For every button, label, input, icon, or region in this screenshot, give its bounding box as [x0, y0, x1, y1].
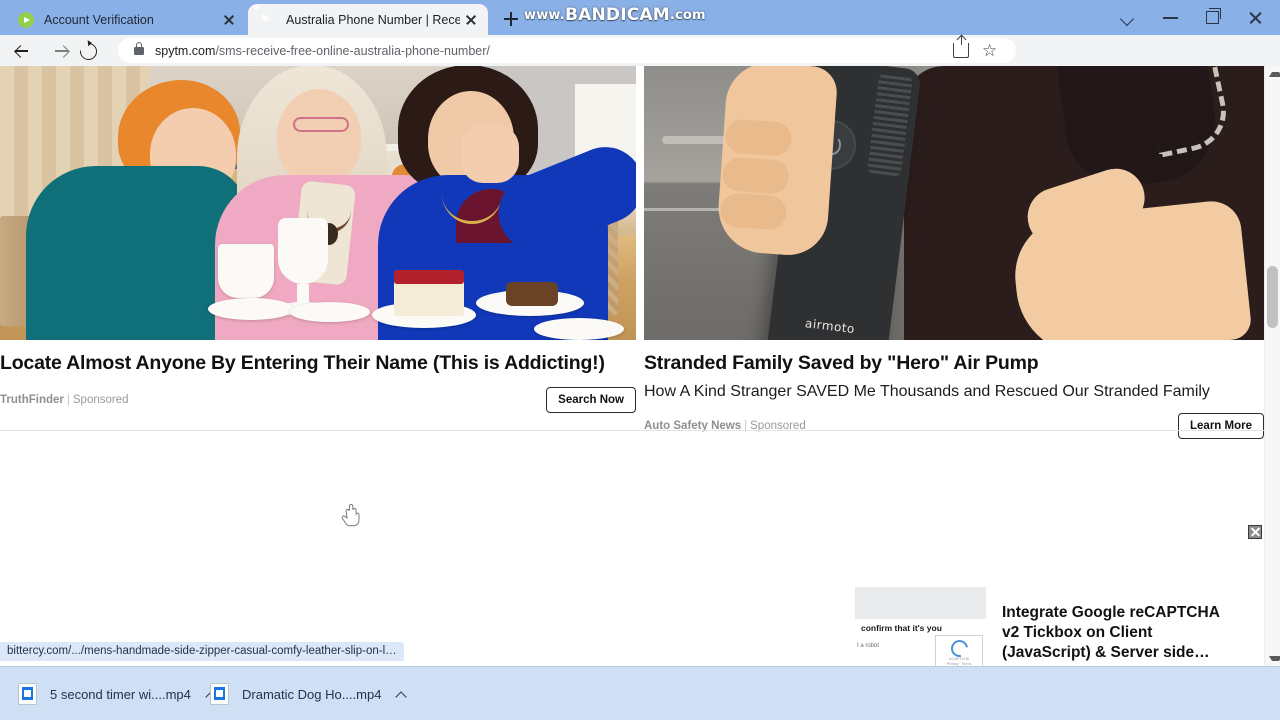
address-bar[interactable]: spytm.com/sms-receive-free-online-austra…: [118, 35, 1016, 63]
ad-image-air-pump[interactable]: airmoto: [644, 66, 1264, 340]
video-file-icon: [18, 683, 37, 705]
tab-australia-phone-number[interactable]: Australia Phone Number | Receiv: [248, 4, 488, 35]
url-path: /sms-receive-free-online-australia-phone…: [215, 43, 490, 58]
promo-widget[interactable]: confirm that it's you I a robot reCAPTCH…: [855, 587, 1247, 666]
window-controls: [1108, 0, 1276, 35]
ad-image-friends-coffee[interactable]: [0, 66, 636, 340]
scroll-up-arrow-icon[interactable]: [1265, 66, 1280, 82]
play-circle-icon: [18, 11, 34, 28]
section-divider: [0, 430, 1280, 431]
tab-strip: Account Verification Australia Phone Num…: [0, 0, 1280, 35]
browser-window: Account Verification Australia Phone Num…: [0, 0, 1280, 720]
bookmark-star-icon[interactable]: ☆: [976, 38, 1006, 63]
minimize-button[interactable]: [1150, 0, 1192, 35]
watermark-suffix: .com: [669, 7, 706, 23]
download-filename: Dramatic Dog Ho....mp4: [242, 686, 382, 702]
globe-icon: [260, 12, 276, 28]
lock-icon: [134, 41, 144, 55]
page-scrollbar[interactable]: [1264, 66, 1280, 666]
promo-thumb-heading: confirm that it's you: [861, 623, 942, 633]
reload-button[interactable]: [70, 35, 106, 66]
status-bar-link: bittercy.com/.../mens-handmade-side-zipp…: [0, 642, 404, 661]
download-item-1[interactable]: 5 second timer wi....mp4: [18, 676, 218, 712]
video-file-icon: [210, 683, 229, 705]
share-icon[interactable]: [946, 35, 976, 63]
tab-title: Account Verification: [44, 12, 154, 27]
watermark-prefix: www.: [524, 7, 565, 23]
omnibox-actions: ☆: [946, 35, 1006, 63]
maximize-button[interactable]: [1192, 0, 1234, 35]
back-button[interactable]: [4, 35, 40, 66]
url-host: spytm.com: [155, 43, 216, 58]
close-window-button[interactable]: [1234, 0, 1276, 35]
ad-source-separator: |: [66, 394, 70, 407]
promo-title: Integrate Google reCAPTCHA v2 Tickbox on…: [1002, 604, 1220, 661]
ad-title: Locate Almost Anyone By Entering Their N…: [0, 352, 605, 374]
mouse-cursor-pointer: [341, 503, 360, 527]
tab-close-icon[interactable]: [218, 9, 240, 31]
download-filename: 5 second timer wi....mp4: [50, 686, 191, 702]
ad-card-airmoto[interactable]: airmoto Stranded Family Saved by "Hero" …: [644, 66, 1264, 440]
watermark-main: BANDICAM: [564, 5, 670, 25]
scrollbar-thumb[interactable]: [1267, 266, 1278, 328]
ad-card-truthfinder[interactable]: Locate Almost Anyone By Entering Their N…: [0, 66, 636, 414]
ad-cta-learn-more[interactable]: Learn More: [1178, 413, 1264, 440]
bandicam-watermark: www. BANDICAM .com: [524, 4, 706, 26]
ad-title: Stranded Family Saved by "Hero" Air Pump: [644, 352, 1039, 374]
tab-close-icon[interactable]: [460, 9, 482, 31]
recaptcha-box: reCAPTCHA Privacy · Terms: [935, 635, 983, 666]
page-viewport: Locate Almost Anyone By Entering Their N…: [0, 66, 1280, 666]
scroll-down-arrow-icon[interactable]: [1265, 650, 1280, 666]
ad-source: TruthFinder | Sponsored: [0, 394, 129, 406]
recaptcha-label: reCAPTCHA Privacy · Terms: [946, 657, 972, 666]
chevron-down-icon[interactable]: [1108, 0, 1150, 35]
download-shelf: 5 second timer wi....mp4 Dramatic Dog Ho…: [0, 666, 1280, 720]
ad-sponsored-label: Sponsored: [72, 394, 129, 407]
ad-source-name: TruthFinder: [0, 394, 64, 407]
download-item-2[interactable]: Dramatic Dog Ho....mp4: [210, 676, 408, 712]
browser-toolbar: spytm.com/sms-receive-free-online-austra…: [0, 35, 1280, 96]
promo-close-icon[interactable]: [1248, 525, 1262, 539]
promo-card[interactable]: Integrate Google reCAPTCHA v2 Tickbox on…: [986, 587, 1247, 666]
ad-subtitle: How A Kind Stranger SAVED Me Thousands a…: [644, 383, 1210, 401]
tab-title: Australia Phone Number | Receiv: [286, 12, 460, 27]
chevron-up-icon[interactable]: [395, 688, 408, 701]
ad-cta-search-now[interactable]: Search Now: [546, 387, 636, 414]
url-text: spytm.com/sms-receive-free-online-austra…: [155, 44, 490, 58]
promo-thumb-sub: I a robot: [857, 643, 880, 649]
device-brand-label: airmoto: [804, 316, 856, 337]
tab-account-verification[interactable]: Account Verification: [6, 4, 246, 35]
new-tab-button[interactable]: [498, 6, 524, 32]
